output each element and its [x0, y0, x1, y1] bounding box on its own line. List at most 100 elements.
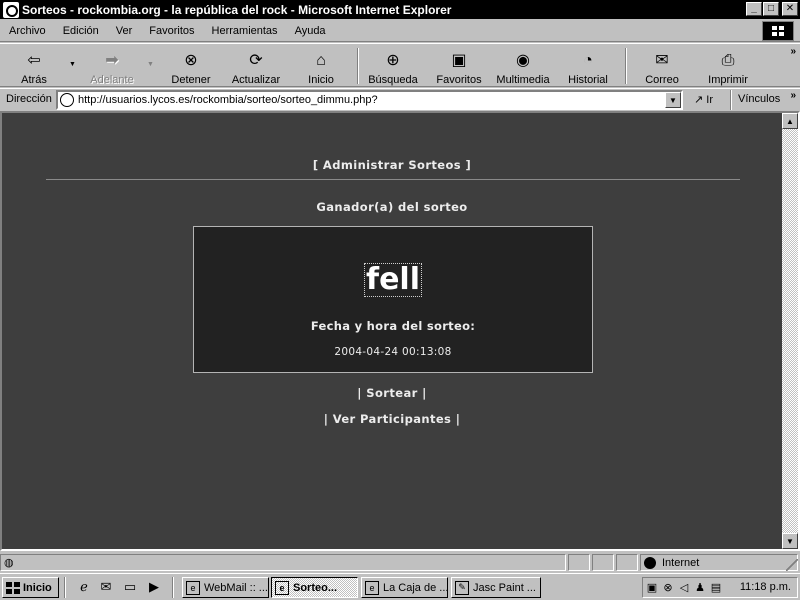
task-la-caja[interactable]: e La Caja de ... [361, 577, 448, 598]
display-icon[interactable]: ▤ [709, 581, 723, 595]
refresh-button[interactable]: ⟳ Actualizar [226, 46, 286, 87]
windows-flag-icon [6, 581, 20, 594]
toolbar-separator [625, 48, 627, 84]
start-button[interactable]: Inicio [2, 577, 59, 598]
resize-grip[interactable] [786, 559, 798, 571]
quicklaunch-separator [172, 577, 174, 598]
task-label: Sorteo... [293, 581, 338, 594]
horizontal-divider [46, 179, 740, 180]
mail-button[interactable]: ✉ Correo [640, 46, 684, 87]
task-sorteos[interactable]: e Sorteo... [271, 577, 358, 598]
history-button[interactable]: ◔ Historial [564, 46, 612, 87]
media-button[interactable]: ◉ Multimedia [494, 46, 552, 87]
address-input[interactable]: http://usuarios.lycos.es/rockombia/sorte… [56, 90, 683, 110]
status-cell [568, 554, 590, 571]
address-bar: Dirección http://usuarios.lycos.es/rocko… [0, 88, 800, 110]
toolbar-separator [357, 48, 359, 84]
administrar-sorteos-link[interactable]: [ Administrar Sorteos ] [2, 158, 782, 172]
toolbar-chevron-icon[interactable]: » [790, 46, 796, 57]
minimize-button[interactable]: _ [746, 2, 762, 16]
internet-explorer-icon[interactable] [3, 1, 19, 18]
winner-box: fell Fecha y hora del sorteo: 2004-04-24… [193, 226, 593, 373]
mail-label: Correo [645, 74, 679, 86]
back-label: Atrás [21, 74, 47, 86]
favorites-button[interactable]: ▣ Favoritos [432, 46, 486, 87]
ie-page-icon: e [275, 580, 289, 595]
menu-ver[interactable]: Ver [107, 25, 141, 37]
search-icon: ⊕ [386, 52, 400, 69]
scroll-up-icon[interactable]: ▲ [782, 113, 798, 129]
menu-archivo[interactable]: Archivo [0, 25, 54, 37]
media-icon: ◉ [516, 52, 530, 69]
status-text-cell: ◍ [0, 554, 566, 571]
home-button[interactable]: ⌂ Inicio [298, 46, 344, 87]
search-button[interactable]: ⊕ Búsqueda [364, 46, 422, 87]
go-button[interactable]: ↗ Ir [694, 93, 713, 106]
system-tray: ▣ ⊗ ◁ ♟ ▤ 11:18 p.m. [642, 577, 798, 598]
home-icon: ⌂ [316, 52, 326, 69]
page-icon [60, 93, 74, 107]
close-button[interactable]: ✕ [782, 2, 798, 16]
stop-label: Detener [171, 74, 211, 86]
links-button[interactable]: Vínculos [738, 93, 780, 105]
home-label: Inicio [308, 74, 334, 86]
standard-toolbar: ⇦ Atrás ▼ ➡ Adelante ▼ ⊗ Detener ⟳ Actua… [0, 43, 800, 87]
address-label: Dirección [6, 93, 52, 105]
sortear-link[interactable]: | Sortear | [2, 386, 782, 400]
print-button[interactable]: ⎙ Imprimir [704, 46, 752, 87]
network-icon[interactable]: ▣ [645, 581, 659, 595]
address-dropdown-icon[interactable]: ▼ [665, 92, 681, 108]
mail-icon: ✉ [655, 52, 669, 69]
ie-page-icon: e [186, 580, 200, 595]
print-label: Imprimir [708, 74, 748, 86]
browser-viewport: [ Administrar Sorteos ] Ganador(a) del s… [0, 111, 800, 551]
task-jasc-paint[interactable]: ✎ Jasc Paint ... [451, 577, 541, 598]
start-label: Inicio [23, 581, 52, 594]
back-button[interactable]: ⇦ Atrás [12, 46, 56, 87]
ver-participantes-link[interactable]: | Ver Participantes | [2, 412, 782, 426]
ie-page-icon: e [365, 580, 379, 595]
status-bar: ◍ Internet [0, 553, 800, 572]
go-label: Ir [706, 94, 714, 106]
menu-herramientas[interactable]: Herramientas [203, 25, 286, 37]
media-label: Multimedia [496, 74, 550, 86]
security-zone: Internet [640, 554, 798, 571]
history-icon: ◔ [583, 52, 593, 69]
forward-button[interactable]: ➡ Adelante [84, 46, 140, 87]
window-title: Sorteos - rockombia.org - la república d… [22, 2, 452, 17]
window-title-bar[interactable]: Sorteos - rockombia.org - la república d… [0, 0, 800, 19]
ie-quicklaunch-icon[interactable]: ℯ [76, 579, 92, 595]
address-url[interactable]: http://usuarios.lycos.es/rockombia/sorte… [78, 94, 378, 106]
winner-name: fell [364, 263, 422, 297]
refresh-icon: ⟳ [249, 52, 263, 69]
scroll-down-icon[interactable]: ▼ [782, 533, 798, 549]
forward-label: Adelante [90, 74, 134, 86]
menu-bar: Archivo Edición Ver Favoritos Herramient… [0, 20, 800, 42]
task-webmail[interactable]: e WebMail :: ... [182, 577, 269, 598]
forward-dropdown-icon[interactable]: ▼ [147, 61, 154, 68]
clock[interactable]: 11:18 p.m. [740, 581, 791, 593]
window-controls: _ □ ✕ [745, 2, 798, 16]
outlook-quicklaunch-icon[interactable]: ✉ [98, 579, 114, 595]
refresh-label: Actualizar [231, 74, 281, 86]
messenger-icon[interactable]: ⊗ [661, 581, 675, 595]
draw-date-label: Fecha y hora del sorteo: [310, 319, 476, 333]
menu-ayuda[interactable]: Ayuda [286, 25, 334, 37]
vertical-scrollbar[interactable]: ▲ ▼ [782, 113, 798, 549]
back-arrow-icon: ⇦ [27, 52, 41, 69]
maximize-button[interactable]: □ [763, 2, 779, 16]
taskbar: Inicio ℯ ✉ ▭ ▶ e WebMail :: ... e Sorteo… [0, 573, 800, 600]
people-icon[interactable]: ♟ [693, 581, 707, 595]
back-dropdown-icon[interactable]: ▼ [69, 61, 76, 68]
show-desktop-icon[interactable]: ▭ [122, 579, 138, 595]
links-chevron-icon[interactable]: » [790, 90, 796, 101]
stop-button[interactable]: ⊗ Detener [164, 46, 218, 87]
menu-favoritos[interactable]: Favoritos [140, 25, 202, 37]
quicklaunch-separator [64, 577, 66, 598]
draw-date-value: 2004-04-24 00:13:08 [334, 346, 452, 358]
menu-edicion[interactable]: Edición [54, 25, 107, 37]
search-label: Búsqueda [368, 74, 418, 86]
volume-icon[interactable]: ◁ [677, 581, 691, 595]
status-page-icon: ◍ [4, 557, 14, 569]
media-player-quicklaunch-icon[interactable]: ▶ [146, 579, 162, 595]
